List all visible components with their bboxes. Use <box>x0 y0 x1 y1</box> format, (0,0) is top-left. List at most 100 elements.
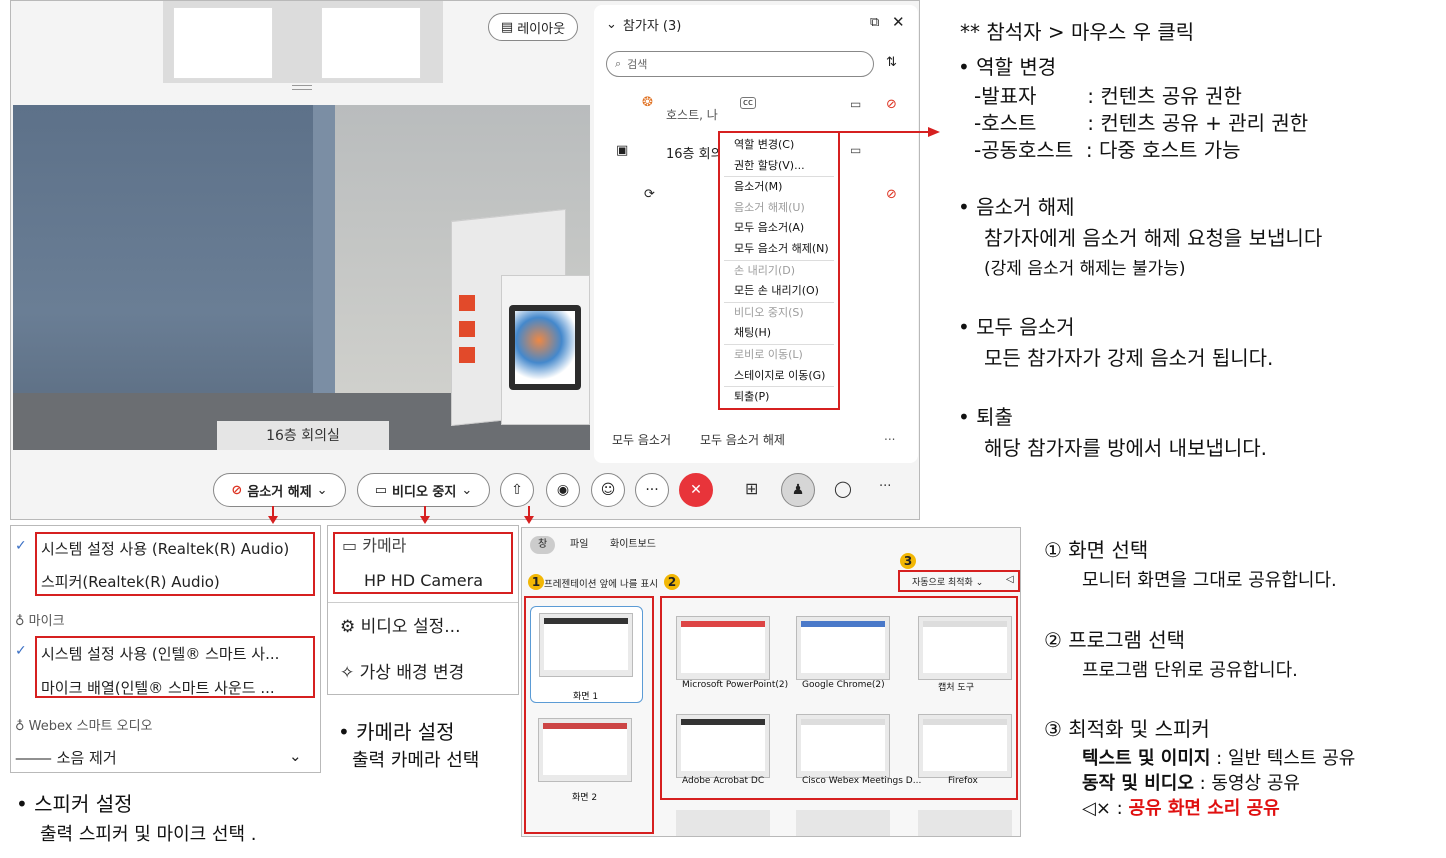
camera-device-option[interactable]: HP HD Camera <box>364 571 483 590</box>
participants-button[interactable]: ♟ <box>781 473 815 507</box>
more-icon[interactable]: ··· <box>879 479 891 494</box>
layout-button[interactable]: ▤ 레이아웃 <box>488 13 578 41</box>
room-name-label: 16층 회의실 <box>217 421 389 450</box>
noise-icon: ⸻ <box>15 749 52 767</box>
annotation-line: -발표자 : 컨텐츠 공유 권한 <box>974 84 1242 108</box>
annotation-line: 참가자에게 음소거 해제 요청을 보냅니다 <box>984 226 1323 250</box>
menu-item-change-role[interactable]: 역할 변경(C) <box>720 135 838 156</box>
audio-settings-panel: ✓ 시스템 설정 사용 (Realtek(R) Audio) 스피커(Realt… <box>10 525 321 773</box>
annotation-kick-title: • 퇴출 <box>958 405 1013 429</box>
menu-item-chat[interactable]: 채팅(H) <box>720 323 838 344</box>
show-me-option[interactable]: 프레젠테이션 앞에 나를 표시 <box>544 576 658 590</box>
badge-3: 3 <box>900 553 916 569</box>
annotation-program-title: ② 프로그램 선택 <box>1044 628 1186 652</box>
tablet-image <box>509 305 581 390</box>
chevron-down-icon[interactable]: ⌄ <box>289 747 302 765</box>
app-option[interactable]: 캡처 도구 <box>918 616 1018 696</box>
share-button[interactable]: ⇧ <box>500 473 534 507</box>
stop-video-button[interactable]: ▭ 비디오 중지 ⌄ <box>357 473 490 507</box>
app-option[interactable] <box>918 810 1012 836</box>
menu-item-assign-privileges[interactable]: 권한 할당(V)... <box>720 156 838 177</box>
tab-window[interactable]: 창 <box>530 536 556 554</box>
participants-icon: ♟ <box>791 482 805 498</box>
gear-icon: ⚙ <box>340 617 356 637</box>
app-option[interactable]: Adobe Acrobat DC <box>676 714 776 794</box>
optimize-dropdown[interactable]: 자동으로 최적화 ⌄ <box>912 575 983 588</box>
close-icon[interactable]: ✕ <box>892 13 905 31</box>
annotation-opt-title: ③ 최적화 및 스피커 <box>1044 717 1210 741</box>
more-options-button[interactable]: ... <box>884 429 895 443</box>
screen-option[interactable]: 화면 2 <box>530 712 643 809</box>
annotation-line: -호스트 : 컨텐츠 공유 + 관리 권한 <box>974 111 1309 135</box>
mic-option[interactable]: 마이크 배열(인텔® 스마트 사운드 ... <box>41 677 275 698</box>
annotation-line: 프로그램 단위로 공유합니다. <box>1082 660 1298 681</box>
share-audio-icon[interactable]: ◁ <box>1006 574 1014 585</box>
video-settings-button[interactable]: ⚙ 비디오 설정... <box>340 612 460 637</box>
menu-item-unmute: 음소거 해제(U) <box>734 200 805 214</box>
check-icon: ✓ <box>15 643 27 659</box>
annotation-line: 모니터 화면을 그대로 공유합니다. <box>1082 570 1337 591</box>
chevron-down-icon[interactable]: ⌄ <box>606 17 617 32</box>
mic-muted-icon[interactable]: ⊘ <box>886 97 897 112</box>
menu-item-move-to-stage[interactable]: 스테이지로 이동(G) <box>720 366 838 387</box>
screen-option[interactable]: 화면 1 <box>530 606 643 703</box>
mic-option[interactable]: 시스템 설정 사용 (인텔® 스마트 사... <box>41 643 279 664</box>
app-option[interactable] <box>796 810 890 836</box>
room-device-icon: ▣ <box>616 143 629 158</box>
leave-meeting-button[interactable]: ✕ <box>679 473 713 507</box>
annotation-muteall-title: • 모두 음소거 <box>958 315 1075 339</box>
speaker-option[interactable]: 시스템 설정 사용 (Realtek(R) Audio) <box>41 538 289 559</box>
menu-item-expel[interactable]: 퇴출(P) <box>720 387 838 408</box>
mute-all-button[interactable]: 모두 음소거 <box>612 431 671 448</box>
unmute-all-button[interactable]: 모두 음소거 해제 <box>700 431 785 448</box>
noise-removal-select[interactable]: ⸻ 소음 제거 <box>15 747 117 768</box>
video-thumbnail[interactable] <box>173 7 273 79</box>
share-icon: ⇧ <box>511 482 523 498</box>
search-icon: ⌕ <box>615 57 622 70</box>
chat-icon[interactable]: ◯ <box>834 479 852 498</box>
menu-item-lower-all-hands[interactable]: 모든 손 내리기(O) <box>720 281 838 302</box>
video-thumbnail[interactable] <box>321 7 421 79</box>
check-icon: ✓ <box>15 538 27 554</box>
annotation-line: 모든 참가자가 강제 음소거 됩니다. <box>984 346 1274 370</box>
reactions-button[interactable]: ☺ <box>591 473 625 507</box>
chevron-down-icon: ⌄ <box>461 482 473 498</box>
layout-icon: ▤ <box>500 19 514 35</box>
annotation-line: 해당 참가자를 방에서 내보냅니다. <box>984 436 1268 460</box>
app-option[interactable]: Microsoft PowerPoint(2) <box>676 616 788 696</box>
resize-grip[interactable] <box>292 85 312 90</box>
camera-icon: ▭ <box>850 143 862 157</box>
chevron-down-icon: ⌄ <box>316 482 328 498</box>
menu-item-mute[interactable]: 음소거(M) <box>720 177 838 198</box>
smiley-icon: ☺ <box>600 482 616 498</box>
more-button[interactable]: ··· <box>635 473 669 507</box>
app-option[interactable] <box>676 810 770 836</box>
app-option[interactable]: Cisco Webex Meetings D... <box>796 714 921 794</box>
app-option[interactable]: Firefox <box>918 714 1018 794</box>
cc-icon: cc <box>740 97 756 109</box>
tab-file[interactable]: 파일 <box>562 536 596 554</box>
arrow-head <box>928 127 940 137</box>
participant-search-input[interactable]: ⌕ 검색 <box>606 51 874 77</box>
unmute-button[interactable]: ⊘ 음소거 해제 ⌄ <box>213 473 346 507</box>
mic-muted-icon[interactable]: ⊘ <box>886 187 897 202</box>
participant-context-menu: 역할 변경(C) 권한 할당(V)... 음소거(M) 음소거 해제(U) 모두… <box>718 131 840 410</box>
app-option[interactable]: Google Chrome(2) <box>796 616 896 696</box>
apps-icon[interactable]: ⊞ <box>745 479 758 498</box>
menu-item-mute-all[interactable]: 모두 음소거(A) <box>720 218 838 239</box>
annotation-line: 출력 카메라 선택 <box>352 750 480 771</box>
host-icon: ❂ <box>642 95 653 110</box>
record-icon: ◉ <box>556 482 570 498</box>
menu-item-unmute-all[interactable]: 모두 음소거 해제(N) <box>720 239 838 260</box>
camera-settings-panel: ▭ 카메라 HP HD Camera ⚙ 비디오 설정... ✧ 가상 배경 변… <box>327 525 519 695</box>
mic-icon: ♁ <box>15 614 25 629</box>
virtual-background-button[interactable]: ✧ 가상 배경 변경 <box>340 658 464 683</box>
tab-whiteboard[interactable]: 화이트보드 <box>602 536 664 554</box>
pop-out-icon[interactable]: ⧉ <box>870 15 879 30</box>
video-thumbnail-strip <box>163 1 443 83</box>
sort-icon[interactable]: ⇅ <box>886 55 897 70</box>
annotation-heading: ** 참석자 > 마우스 우 클릭 <box>960 20 1195 44</box>
annotation-unmute-title: • 음소거 해제 <box>958 195 1075 219</box>
speaker-option[interactable]: 스피커(Realtek(R) Audio) <box>41 571 220 592</box>
record-button[interactable]: ◉ <box>546 473 580 507</box>
